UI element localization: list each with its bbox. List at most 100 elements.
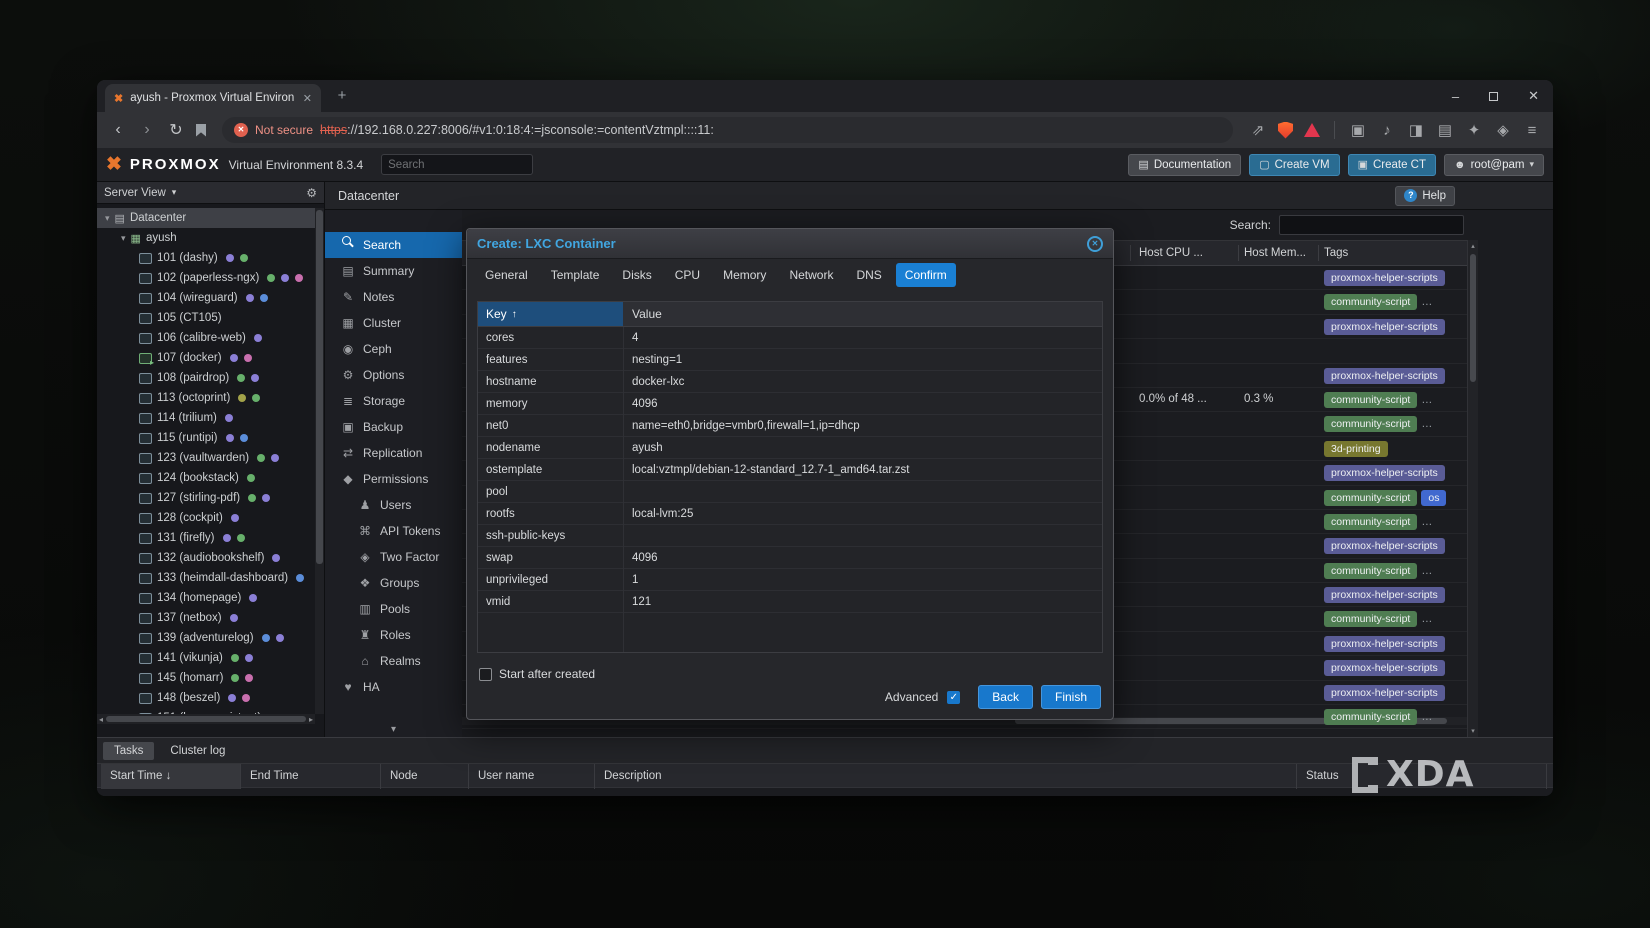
- dialog-tab-confirm[interactable]: Confirm: [896, 263, 956, 287]
- side-panel-icon[interactable]: ▣: [1349, 121, 1367, 139]
- vertical-scrollbar[interactable]: ▴ ▾: [1467, 240, 1478, 737]
- nav-item-notes[interactable]: ✎Notes: [325, 284, 462, 310]
- tree-item-148-beszel-[interactable]: 148 (beszel): [97, 688, 315, 708]
- confirm-row-vmid[interactable]: vmid121: [478, 591, 1102, 613]
- global-search-input[interactable]: [381, 154, 533, 175]
- dialog-tab-memory[interactable]: Memory: [714, 263, 775, 287]
- expand-icon[interactable]: ▾: [105, 213, 110, 224]
- key-column-header[interactable]: Key↑: [478, 302, 623, 326]
- split-view-icon[interactable]: ◨: [1407, 121, 1425, 139]
- nav-item-roles[interactable]: ♜Roles: [325, 622, 462, 648]
- view-selector[interactable]: Server View ▾ ⚙: [97, 182, 324, 204]
- tree-item-127-stirling-pdf-[interactable]: 127 (stirling-pdf): [97, 488, 315, 508]
- close-window-button[interactable]: ✕: [1528, 88, 1539, 104]
- nav-item-replication[interactable]: ⇄Replication: [325, 440, 462, 466]
- scroll-down-icon[interactable]: ▾: [1468, 727, 1478, 735]
- tree-item-104-wireguard-[interactable]: 104 (wireguard): [97, 288, 315, 308]
- nav-item-ceph[interactable]: ◉Ceph: [325, 336, 462, 362]
- nav-item-api-tokens[interactable]: ⌘API Tokens: [325, 518, 462, 544]
- nav-overflow-icon[interactable]: ▾: [325, 724, 462, 735]
- column-header-description[interactable]: Description: [595, 764, 1297, 789]
- minimize-button[interactable]: –: [1452, 89, 1459, 104]
- confirm-row-unprivileged[interactable]: unprivileged1: [478, 569, 1102, 591]
- vpn-icon[interactable]: ◈: [1494, 121, 1512, 139]
- tree-item-113-octoprint-[interactable]: 113 (octoprint): [97, 388, 315, 408]
- tree-item-132-audiobookshelf-[interactable]: 132 (audiobookshelf): [97, 548, 315, 568]
- dialog-close-icon[interactable]: ✕: [1087, 236, 1103, 252]
- dialog-tab-cpu[interactable]: CPU: [666, 263, 709, 287]
- tree-item-128-cockpit-[interactable]: 128 (cockpit): [97, 508, 315, 528]
- create-vm-button[interactable]: ▢Create VM: [1249, 154, 1339, 176]
- maximize-button[interactable]: [1489, 92, 1498, 101]
- dialog-tab-network[interactable]: Network: [780, 263, 842, 287]
- tree-item-107-docker-[interactable]: 107 (docker): [97, 348, 315, 368]
- confirm-row-rootfs[interactable]: rootfslocal-lvm:25: [478, 503, 1102, 525]
- documentation-button[interactable]: ▤Documentation: [1128, 154, 1241, 176]
- confirm-row-memory[interactable]: memory4096: [478, 393, 1102, 415]
- reload-icon[interactable]: ↻: [167, 120, 185, 140]
- column-header-user-name[interactable]: User name: [469, 764, 595, 789]
- nav-item-storage[interactable]: ≣Storage: [325, 388, 462, 414]
- column-tags[interactable]: Tags: [1324, 247, 1348, 259]
- tree-item-139-adventurelog-[interactable]: 139 (adventurelog): [97, 628, 315, 648]
- expand-icon[interactable]: ▾: [121, 233, 126, 244]
- confirm-row-net0[interactable]: net0name=eth0,bridge=vmbr0,firewall=1,ip…: [478, 415, 1102, 437]
- forward-icon[interactable]: ›: [138, 121, 156, 139]
- confirm-row-ssh-public-keys[interactable]: ssh-public-keys: [478, 525, 1102, 547]
- tree-item-131-firefly-[interactable]: 131 (firefly): [97, 528, 315, 548]
- menu-icon[interactable]: ≡: [1523, 122, 1541, 139]
- tree-item-datacenter[interactable]: ▾ ▤ Datacenter: [97, 208, 315, 228]
- tree-vertical-scrollbar[interactable]: [315, 208, 324, 714]
- nav-item-cluster[interactable]: ▦Cluster: [325, 310, 462, 336]
- brave-shield-icon[interactable]: [1278, 122, 1293, 139]
- start-after-created-checkbox[interactable]: [479, 668, 492, 681]
- dialog-tab-disks[interactable]: Disks: [613, 263, 660, 287]
- back-button[interactable]: Back: [978, 685, 1033, 709]
- nav-item-users[interactable]: ♟Users: [325, 492, 462, 518]
- confirm-row-hostname[interactable]: hostnamedocker-lxc: [478, 371, 1102, 393]
- scrollbar-thumb[interactable]: [106, 716, 306, 722]
- tree-item-node[interactable]: ▾ ▦ ayush: [97, 228, 315, 248]
- bottom-tab-cluster-log[interactable]: Cluster log: [159, 742, 236, 760]
- dialog-tab-template[interactable]: Template: [542, 263, 609, 287]
- share-icon[interactable]: ⇗: [1249, 121, 1267, 139]
- nav-item-options[interactable]: ⚙Options: [325, 362, 462, 388]
- nav-item-permissions[interactable]: ◆Permissions: [325, 466, 462, 492]
- nav-item-summary[interactable]: ▤Summary: [325, 258, 462, 284]
- user-menu-button[interactable]: ☻root@pam▾: [1444, 154, 1544, 176]
- scroll-up-icon[interactable]: ▴: [1468, 242, 1478, 250]
- bottom-tab-tasks[interactable]: Tasks: [103, 742, 154, 760]
- back-icon[interactable]: ‹: [109, 121, 127, 139]
- nav-item-two-factor[interactable]: ◈Two Factor: [325, 544, 462, 570]
- scrollbar-thumb[interactable]: [1470, 254, 1476, 382]
- tree-item-134-homepage-[interactable]: 134 (homepage): [97, 588, 315, 608]
- dialog-titlebar[interactable]: Create: LXC Container ✕: [467, 229, 1113, 259]
- advanced-checkbox[interactable]: ✓: [947, 691, 960, 704]
- bookmark-icon[interactable]: [196, 124, 206, 137]
- tree-item-105-ct105-[interactable]: 105 (CT105): [97, 308, 315, 328]
- column-header-end-time[interactable]: End Time: [241, 764, 381, 789]
- nav-item-groups[interactable]: ❖Groups: [325, 570, 462, 596]
- dialog-tab-dns[interactable]: DNS: [847, 263, 890, 287]
- confirm-row-nodename[interactable]: nodenameayush: [478, 437, 1102, 459]
- media-icon[interactable]: ♪: [1378, 122, 1396, 139]
- tree-item-141-vikunja-[interactable]: 141 (vikunja): [97, 648, 315, 668]
- scroll-left-icon[interactable]: ◂: [99, 715, 103, 724]
- tree-item-137-netbox-[interactable]: 137 (netbox): [97, 608, 315, 628]
- nav-item-ha[interactable]: ♥HA: [325, 674, 462, 700]
- confirm-row-swap[interactable]: swap4096: [478, 547, 1102, 569]
- tree-item-115-runtipi-[interactable]: 115 (runtipi): [97, 428, 315, 448]
- tree-item-124-bookstack-[interactable]: 124 (bookstack): [97, 468, 315, 488]
- tree-item-106-calibre-web-[interactable]: 106 (calibre-web): [97, 328, 315, 348]
- value-column-header[interactable]: Value: [623, 302, 1102, 326]
- address-bar[interactable]: ✕ Not secure https://192.168.0.227:8006/…: [222, 117, 1233, 143]
- tree-item-101-dashy-[interactable]: 101 (dashy): [97, 248, 315, 268]
- scroll-right-icon[interactable]: ▸: [309, 715, 313, 724]
- confirm-row-ostemplate[interactable]: ostemplatelocal:vztmpl/debian-12-standar…: [478, 459, 1102, 481]
- tree-item-102-paperless-ngx-[interactable]: 102 (paperless-ngx): [97, 268, 315, 288]
- leo-ai-icon[interactable]: ✦: [1465, 121, 1483, 139]
- dialog-tab-general[interactable]: General: [476, 263, 537, 287]
- tree-horizontal-scrollbar[interactable]: ◂ ▸: [97, 714, 315, 724]
- nav-item-search[interactable]: Search: [325, 232, 462, 258]
- finish-button[interactable]: Finish: [1041, 685, 1101, 709]
